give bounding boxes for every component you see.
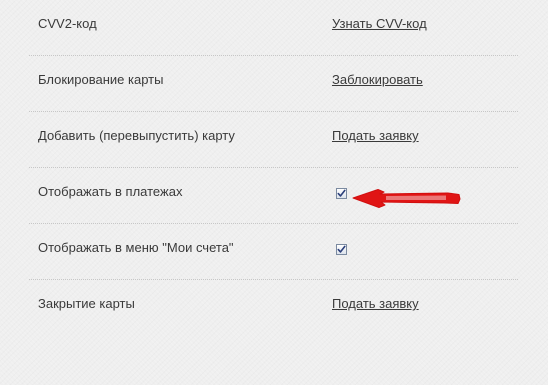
show-in-my-accounts-checkbox[interactable]: [336, 244, 347, 255]
get-cvv-link[interactable]: Узнать CVV-код: [332, 16, 427, 31]
row-label: Закрытие карты: [38, 296, 135, 311]
row-label: Отображать в платежах: [38, 184, 183, 199]
row-close-card: Закрытие карты Подать заявку: [0, 280, 548, 336]
block-card-link[interactable]: Заблокировать: [332, 72, 423, 87]
row-show-in-my-accounts: Отображать в меню "Мои счета": [0, 224, 548, 280]
row-label: Отображать в меню "Мои счета": [38, 240, 234, 255]
checkmark-icon: [337, 189, 346, 197]
reissue-card-link[interactable]: Подать заявку: [332, 128, 419, 143]
row-label: Блокирование карты: [38, 72, 164, 87]
row-reissue-card: Добавить (перевыпустить) карту Подать за…: [0, 112, 548, 168]
row-label: Добавить (перевыпустить) карту: [38, 128, 235, 143]
row-block-card: Блокирование карты Заблокировать: [0, 56, 548, 112]
row-label: CVV2-код: [38, 16, 97, 31]
close-card-link[interactable]: Подать заявку: [332, 296, 419, 311]
row-show-in-payments: Отображать в платежах: [0, 168, 548, 224]
checkmark-icon: [337, 245, 346, 253]
red-arrow-annotation: [352, 189, 461, 208]
row-cvv2: CVV2-код Узнать CVV-код: [0, 0, 548, 56]
show-in-payments-checkbox[interactable]: [336, 188, 347, 199]
card-settings-list: CVV2-код Узнать CVV-код Блокирование кар…: [0, 0, 548, 336]
